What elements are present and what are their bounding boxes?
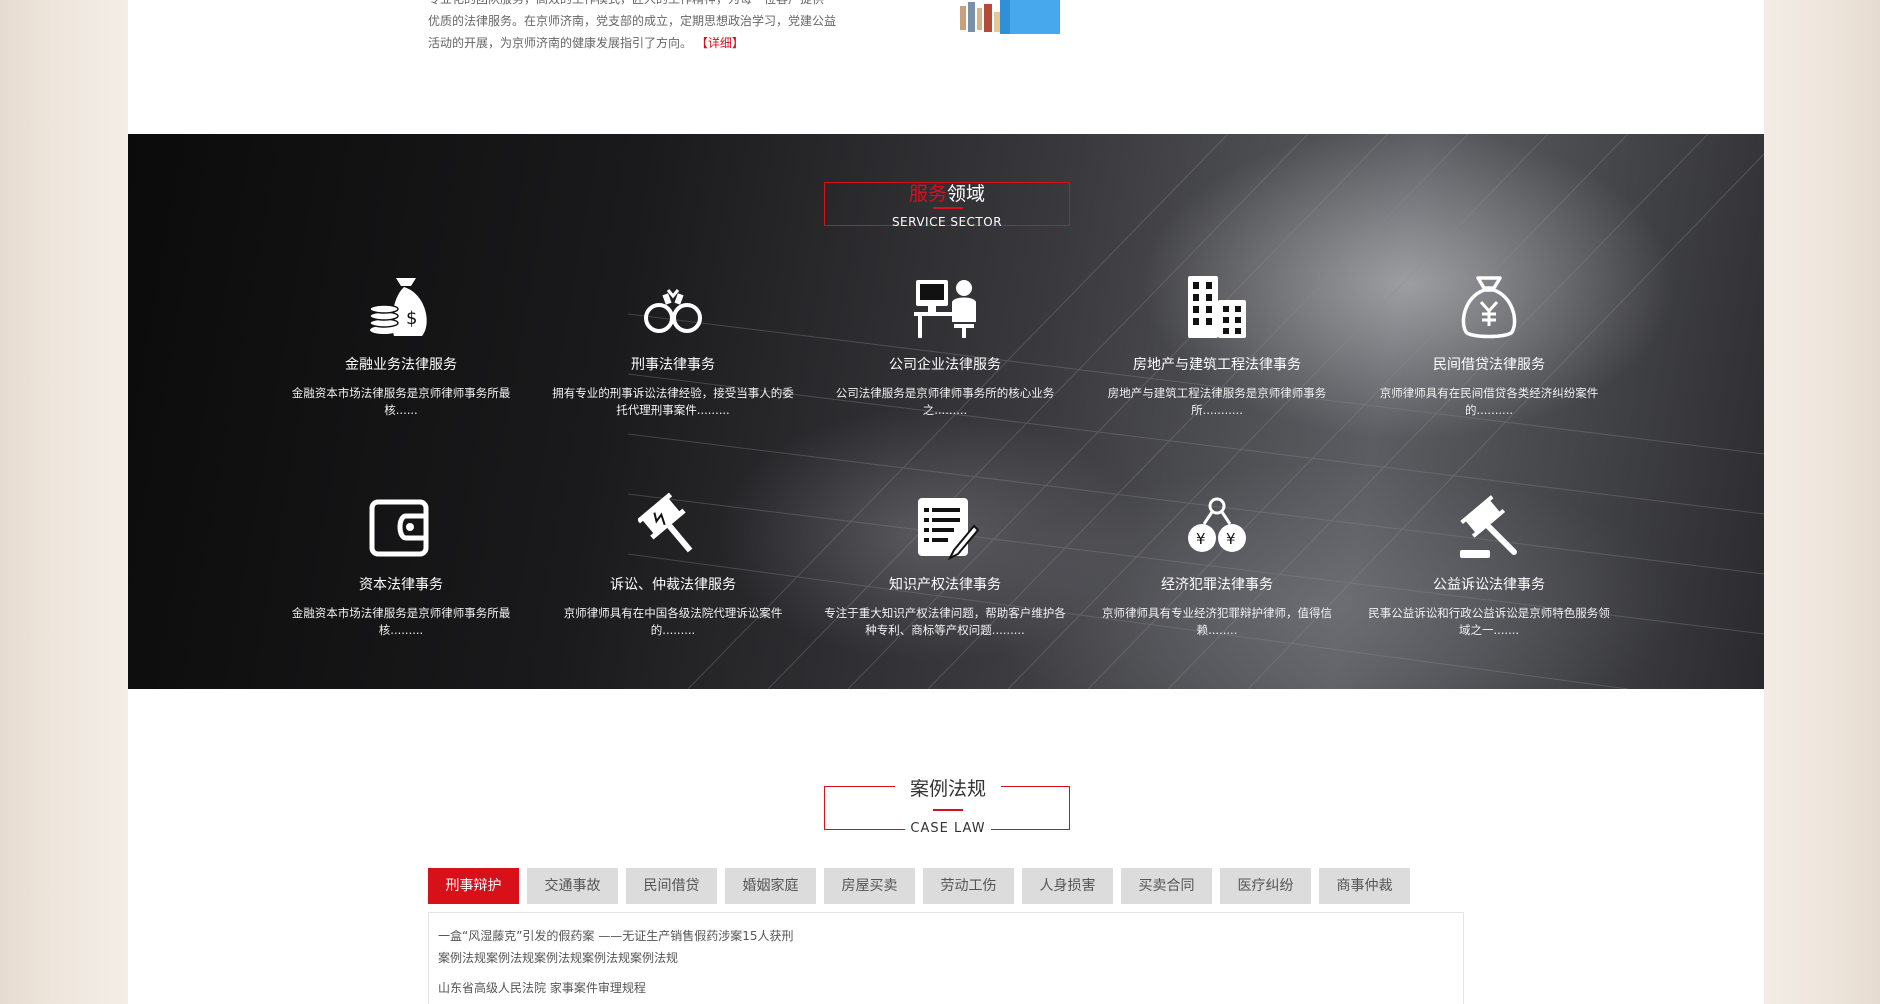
tab-private-lending[interactable]: 民间借贷	[626, 868, 717, 904]
service-desc: 房地产与建筑工程法律服务是京师律师事务所...........	[1107, 386, 1327, 417]
service-desc: 金融资本市场法律服务是京师律师事务所最核......	[291, 386, 511, 417]
about-more-link[interactable]: 【详细】	[696, 36, 744, 50]
about-line: 专业化的团队服务，高效的工作模式，匠人的工作精神，为每一位客户提供	[428, 0, 858, 10]
service-desc: 民事公益诉讼和行政公益诉讼是京师特色服务领域之一.......	[1368, 606, 1610, 637]
service-section: 服务领域 SERVICE SECTOR $ 金融业务法律服务 金融资本市场法律服…	[128, 134, 1764, 689]
service-item[interactable]: 资本法律事务 金融资本市场法律服务是京师律师事务所最核.........	[276, 492, 526, 639]
service-name: 诉讼、仲裁法律服务	[610, 577, 736, 593]
service-title-rest: 领域	[947, 183, 986, 205]
list-item[interactable]: 一盒“风湿藤克”引发的假药案 ——无证生产销售假药涉案15人获刑	[429, 925, 1463, 947]
handcuffs-icon	[644, 289, 702, 333]
service-desc: 拥有专业的刑事诉讼法律经验，接受当事人的委托代理刑事案件.........	[552, 386, 794, 417]
service-item[interactable]: $ 金融业务法律服务 金融资本市场法律服务是京师律师事务所最核......	[276, 272, 526, 419]
svg-text:$: $	[406, 308, 417, 329]
about-intro: 专业化的团队服务，高效的工作模式，匠人的工作精神，为每一位客户提供 优质的法律服…	[428, 0, 858, 54]
title-underline	[933, 207, 963, 209]
page-content: 专业化的团队服务，高效的工作模式，匠人的工作精神，为每一位客户提供 优质的法律服…	[128, 0, 1764, 1004]
service-title: 服务领域 SERVICE SECTOR	[824, 179, 1070, 229]
about-line: 优质的法律服务。在京师济南，党支部的成立，定期思想政治学习，党建公益	[428, 14, 837, 28]
case-title-text: 案例法规	[895, 777, 1001, 801]
document-pen-icon	[918, 498, 980, 561]
service-name: 刑事法律事务	[631, 357, 715, 373]
judge-hammer-icon	[1460, 495, 1517, 558]
tab-traffic-accident[interactable]: 交通事故	[527, 868, 618, 904]
buildings-icon	[1188, 276, 1246, 338]
service-item[interactable]: 民间借贷法律服务 京师律师具有在民间借贷各类经济纠纷案件的..........	[1364, 272, 1614, 419]
case-title: 案例法规 CASE LAW	[824, 777, 1070, 837]
office-worker-icon	[914, 280, 976, 338]
list-item[interactable]: 山东省高级人民法院 家事案件审理规程	[429, 977, 1463, 999]
gavel-icon	[638, 492, 693, 553]
service-desc: 京师律师具有在中国各级法院代理诉讼案件的.........	[563, 606, 783, 637]
service-name: 知识产权法律事务	[889, 577, 1001, 593]
yuan-bag-icon	[1461, 276, 1517, 339]
case-subtitle: CASE LAW	[905, 821, 991, 837]
service-title-highlight: 服务	[908, 183, 947, 205]
list-item[interactable]: 案例法规案例法规案例法规案例法规案例法规	[429, 947, 1463, 969]
tab-personal-injury[interactable]: 人身损害	[1022, 868, 1113, 904]
about-image	[956, 0, 1060, 34]
service-desc: 金融资本市场法律服务是京师律师事务所最核.........	[291, 606, 511, 637]
service-desc: 专注于重大知识产权法律问题，帮助客户维护各种专利、商标等产权问题........…	[824, 606, 1066, 637]
service-item[interactable]: 诉讼、仲裁法律服务 京师律师具有在中国各级法院代理诉讼案件的.........	[548, 492, 798, 639]
tab-sales-contract[interactable]: 买卖合同	[1121, 868, 1212, 904]
service-item[interactable]: 公司企业法律服务 公司法律服务是京师律师事务所的核心业务之.........	[820, 272, 1070, 419]
service-desc: 公司法律服务是京师律师事务所的核心业务之.........	[835, 386, 1055, 417]
tab-work-injury[interactable]: 劳动工伤	[923, 868, 1014, 904]
money-handcuffs-icon: ¥ ¥	[1188, 497, 1246, 552]
tab-marriage-family[interactable]: 婚姻家庭	[725, 868, 816, 904]
service-item[interactable]: ¥ ¥ 经济犯罪法律事务 京师律师具有专业经济犯罪辩护律师，值得信赖......…	[1092, 492, 1342, 639]
service-title-text: 服务领域	[825, 179, 1069, 206]
svg-text:¥: ¥	[1196, 530, 1206, 548]
service-name: 房地产与建筑工程法律事务	[1133, 357, 1301, 373]
case-list: 一盒“风湿藤克”引发的假药案 ——无证生产销售假药涉案15人获刑 案例法规案例法…	[428, 912, 1464, 1004]
service-name: 公司企业法律服务	[889, 357, 1001, 373]
tab-criminal-defense[interactable]: 刑事辩护	[428, 868, 519, 904]
service-desc: 京师律师具有在民间借贷各类经济纠纷案件的..........	[1379, 386, 1599, 417]
service-item[interactable]: 公益诉讼法律事务 民事公益诉讼和行政公益诉讼是京师特色服务领域之一.......	[1364, 492, 1614, 639]
service-subtitle: SERVICE SECTOR	[891, 215, 1003, 229]
service-name: 经济犯罪法律事务	[1161, 577, 1273, 593]
service-desc: 京师律师具有专业经济犯罪辩护律师，值得信赖........	[1102, 606, 1332, 637]
title-underline	[933, 809, 963, 811]
tab-real-estate[interactable]: 房屋买卖	[824, 868, 915, 904]
service-name: 资本法律事务	[359, 577, 443, 593]
service-name: 民间借贷法律服务	[1433, 357, 1545, 373]
service-item[interactable]: 刑事法律事务 拥有专业的刑事诉讼法律经验，接受当事人的委托代理刑事案件.....…	[548, 272, 798, 419]
service-item[interactable]: 知识产权法律事务 专注于重大知识产权法律问题，帮助客户维护各种专利、商标等产权问…	[820, 492, 1070, 639]
svg-text:¥: ¥	[1226, 530, 1236, 548]
money-bag-coins-icon: $	[369, 278, 427, 336]
tab-medical-dispute[interactable]: 医疗纠纷	[1220, 868, 1311, 904]
service-name: 公益诉讼法律事务	[1433, 577, 1545, 593]
wallet-icon	[369, 499, 429, 557]
tab-commercial-arbitration[interactable]: 商事仲裁	[1319, 868, 1410, 904]
service-name: 金融业务法律服务	[345, 357, 457, 373]
service-item[interactable]: 房地产与建筑工程法律事务 房地产与建筑工程法律服务是京师律师事务所.......…	[1092, 272, 1342, 419]
about-line: 活动的开展，为京师济南的健康发展指引了方向。	[428, 36, 693, 50]
